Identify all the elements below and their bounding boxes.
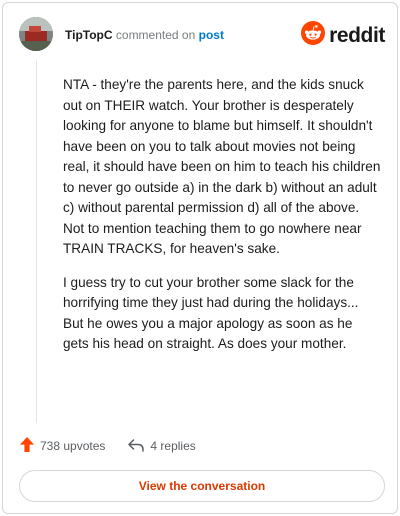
- comment-header: TipTopC commented on post: [65, 27, 224, 43]
- reddit-wordmark: reddit: [329, 23, 385, 47]
- upvote-button[interactable]: 738 upvotes: [19, 436, 105, 456]
- comment-paragraph: NTA - they're the parents here, and the …: [63, 77, 381, 256]
- post-link[interactable]: post: [199, 28, 224, 42]
- replies-button[interactable]: 4 replies: [127, 437, 196, 456]
- action-text: commented on: [115, 28, 196, 42]
- reply-arrow-icon: [127, 437, 145, 456]
- replies-count: 4 replies: [150, 439, 196, 453]
- reddit-logo[interactable]: reddit: [301, 21, 385, 50]
- thread-line[interactable]: [36, 61, 37, 423]
- comment-body: NTA - they're the parents here, and the …: [63, 75, 381, 368]
- comment-actions: 738 upvotes 4 replies: [19, 437, 196, 455]
- view-conversation-button[interactable]: View the conversation: [19, 470, 385, 502]
- upvote-count: 738 upvotes: [40, 439, 106, 453]
- upvote-arrow-icon: [19, 436, 35, 456]
- avatar[interactable]: [19, 17, 53, 51]
- comment-card: TipTopC commented on post reddit NTA - t…: [2, 2, 398, 514]
- comment-paragraph: I guess try to cut your brother some sla…: [63, 274, 359, 352]
- username[interactable]: TipTopC: [65, 28, 113, 42]
- reddit-snoo-icon: [301, 21, 326, 50]
